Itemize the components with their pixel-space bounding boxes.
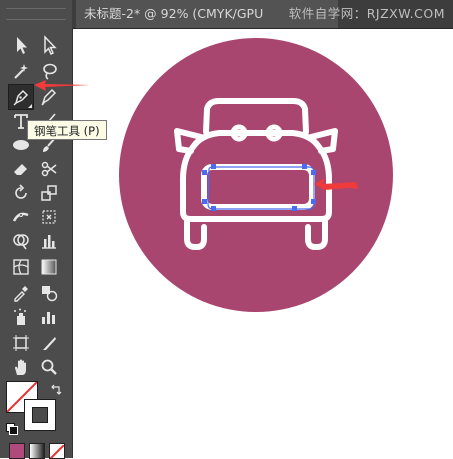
watermark-text: 软件自学网：RJZXW.COM (288, 6, 445, 21)
swap-fill-stroke-icon[interactable] (50, 381, 62, 395)
artboard-canvas[interactable] (73, 29, 453, 458)
graph-tool-icon[interactable] (36, 228, 62, 254)
zoom-tool-icon[interactable] (36, 354, 62, 380)
artwork (119, 38, 393, 312)
document-tab-bar: 未标题-2* @ 92% (CMYK/GPU 软件自学网：RJZXW.COM (72, 0, 453, 29)
stroke-swatch[interactable] (24, 399, 56, 431)
slice-tool-icon[interactable] (36, 330, 62, 356)
direct-selection-tool-icon[interactable] (36, 32, 62, 58)
column-graph-tool-icon[interactable] (36, 304, 62, 330)
mesh-tool-icon[interactable] (8, 254, 34, 280)
eraser-tool-icon[interactable] (8, 156, 34, 182)
gradient-mode-button[interactable] (29, 443, 45, 459)
anchor-point[interactable] (292, 206, 297, 211)
panel-grip[interactable] (6, 8, 66, 20)
color-mode-button[interactable] (9, 443, 25, 459)
shape-builder-tool-icon[interactable] (8, 228, 34, 254)
free-transform-tool-icon[interactable] (36, 204, 62, 230)
symbol-sprayer-tool-icon[interactable] (8, 304, 34, 330)
eyedropper-tool-icon[interactable] (8, 280, 34, 306)
background-circle[interactable] (119, 38, 393, 312)
anchor-point[interactable] (202, 199, 207, 204)
blend-tool-icon[interactable] (36, 280, 62, 306)
width-tool-icon[interactable] (8, 204, 34, 230)
gradient-tool-icon[interactable] (36, 254, 62, 280)
anchor-point[interactable] (311, 199, 316, 204)
scale-tool-icon[interactable] (36, 180, 62, 206)
rotate-tool-icon[interactable] (8, 180, 34, 206)
anchor-point[interactable] (302, 164, 307, 169)
anchor-point[interactable] (211, 164, 216, 169)
scissors-tool-icon[interactable] (36, 156, 62, 182)
selection-tool-icon[interactable] (8, 32, 34, 58)
tools-panel (0, 0, 73, 459)
artboard-tool-icon[interactable] (8, 330, 34, 356)
pen-tool-icon[interactable] (8, 84, 34, 110)
anchor-point[interactable] (311, 170, 316, 175)
magic-wand-tool-icon[interactable] (8, 58, 34, 84)
default-fill-stroke-icon[interactable] (6, 423, 18, 435)
anchor-point[interactable] (211, 206, 216, 211)
none-mode-button[interactable] (49, 443, 65, 459)
annotation-arrow-pen-tool (34, 80, 90, 91)
pen-tool-tooltip: 钢笔工具 (P) (27, 120, 107, 140)
hand-tool-icon[interactable] (8, 354, 34, 380)
anchor-point[interactable] (202, 170, 207, 175)
